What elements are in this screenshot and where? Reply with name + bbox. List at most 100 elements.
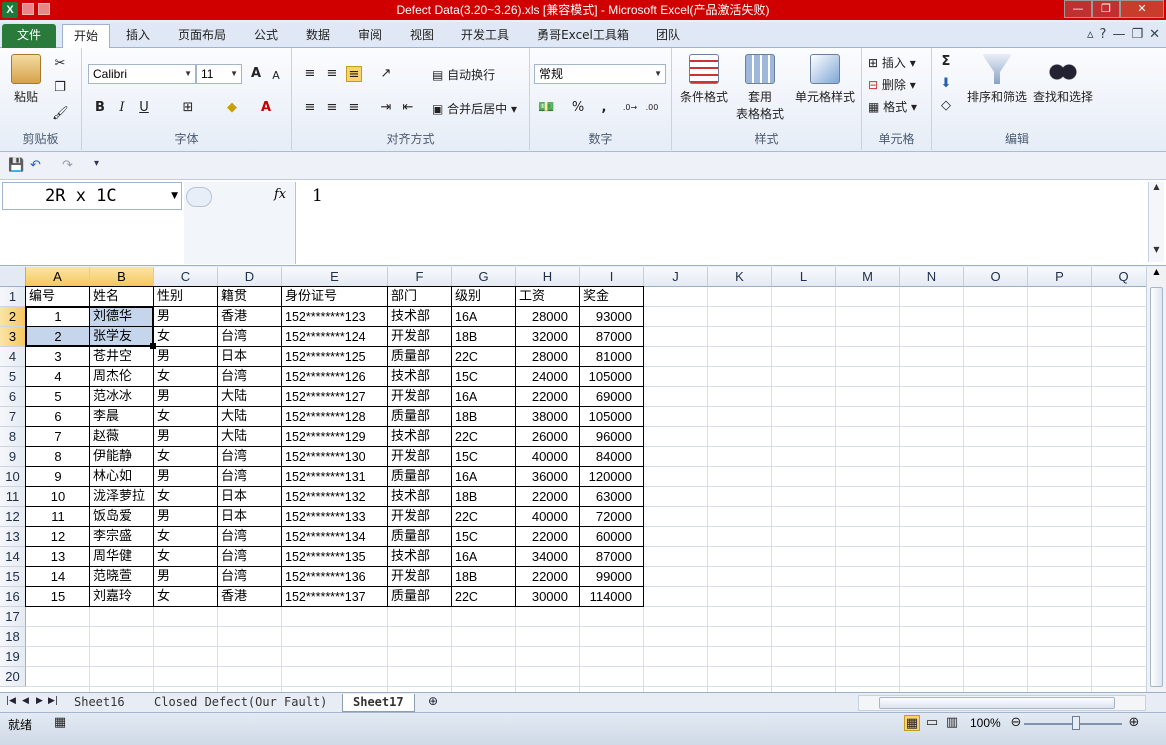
table-cell[interactable]: 38000 <box>516 407 580 427</box>
name-box[interactable]: 2R x 1C ▼ <box>2 182 182 210</box>
table-cell[interactable]: 林心如 <box>90 467 154 487</box>
zoom-level[interactable]: 100% <box>970 716 1001 730</box>
table-cell[interactable]: 赵薇 <box>90 427 154 447</box>
font-color-icon[interactable]: A <box>258 100 274 116</box>
underline-button[interactable]: U <box>136 100 152 116</box>
row-header-9[interactable]: 9 <box>0 447 26 467</box>
outdent-icon[interactable]: ⇤ <box>400 100 416 116</box>
table-cell[interactable]: 22C <box>452 587 516 607</box>
table-cell[interactable]: 周杰伦 <box>90 367 154 387</box>
table-cell[interactable]: 22C <box>452 427 516 447</box>
save-icon[interactable]: 💾 <box>8 158 24 173</box>
table-cell[interactable]: 日本 <box>218 487 282 507</box>
column-title-cell[interactable]: 编号 <box>26 287 90 307</box>
table-cell[interactable]: 女 <box>154 547 218 567</box>
column-header-h[interactable]: H <box>516 267 580 287</box>
row-header-14[interactable]: 14 <box>0 547 26 567</box>
delete-cells-button[interactable]: ⊟ 删除 ▾ <box>868 76 916 93</box>
table-cell[interactable]: 152********136 <box>282 567 388 587</box>
currency-icon[interactable]: 💵 <box>538 100 554 116</box>
conditional-format-button[interactable]: 条件格式 <box>674 54 734 105</box>
column-title-cell[interactable]: 级别 <box>452 287 516 307</box>
table-cell[interactable]: 8 <box>26 447 90 467</box>
fill-color-icon[interactable]: ◆ <box>224 100 240 116</box>
table-cell[interactable]: 质量部 <box>388 587 452 607</box>
column-header-g[interactable]: G <box>452 267 516 287</box>
table-cell[interactable]: 120000 <box>580 467 644 487</box>
align-top-icon[interactable]: ≡ <box>302 66 318 82</box>
copy-icon[interactable]: ❐ <box>52 80 68 96</box>
table-cell[interactable]: 日本 <box>218 347 282 367</box>
table-cell[interactable]: 16A <box>452 307 516 327</box>
column-header-k[interactable]: K <box>708 267 772 287</box>
table-cell[interactable]: 22000 <box>516 527 580 547</box>
table-cell[interactable]: 男 <box>154 567 218 587</box>
column-header-i[interactable]: I <box>580 267 644 287</box>
table-cell[interactable]: 12 <box>26 527 90 547</box>
table-cell[interactable]: 152********126 <box>282 367 388 387</box>
horizontal-scroll-thumb[interactable] <box>879 697 1115 709</box>
next-sheet-icon[interactable]: ▶ <box>36 696 43 706</box>
tab-home[interactable]: 开始 <box>62 24 110 48</box>
fill-handle[interactable] <box>150 343 156 349</box>
table-cell[interactable]: 96000 <box>580 427 644 447</box>
horizontal-scrollbar[interactable] <box>858 695 1146 711</box>
number-format-select[interactable]: 常规 ▼ <box>534 64 666 84</box>
row-header-8[interactable]: 8 <box>0 427 26 447</box>
table-cell[interactable]: 152********124 <box>282 327 388 347</box>
table-cell[interactable]: 15C <box>452 447 516 467</box>
formula-scrollbar[interactable]: ▲ ▼ <box>1148 182 1164 262</box>
table-cell[interactable]: 105000 <box>580 407 644 427</box>
scroll-up-icon[interactable]: ▲ <box>1149 182 1164 191</box>
table-cell[interactable]: 15C <box>452 527 516 547</box>
cut-icon[interactable]: ✂ <box>52 56 68 72</box>
restore-button[interactable]: ❐ <box>1092 0 1120 18</box>
table-cell[interactable]: 152********127 <box>282 387 388 407</box>
column-header-e[interactable]: E <box>282 267 388 287</box>
table-cell[interactable]: 36000 <box>516 467 580 487</box>
table-cell[interactable]: 男 <box>154 387 218 407</box>
borders-icon[interactable]: ⊞ <box>180 100 196 116</box>
align-left-icon[interactable]: ≡ <box>302 100 318 116</box>
table-cell[interactable]: 女 <box>154 367 218 387</box>
undo-icon[interactable]: ↶ <box>30 158 41 173</box>
find-select-button[interactable]: 查找和选择 <box>1030 54 1096 105</box>
table-cell[interactable]: 质量部 <box>388 347 452 367</box>
column-title-cell[interactable]: 身份证号 <box>282 287 388 307</box>
table-cell[interactable]: 69000 <box>580 387 644 407</box>
table-cell[interactable]: 苍井空 <box>90 347 154 367</box>
window-min-icon[interactable]: — <box>1112 27 1125 42</box>
redo-icon[interactable]: ↷ <box>62 158 73 173</box>
table-cell[interactable]: 7 <box>26 427 90 447</box>
row-header-18[interactable]: 18 <box>0 627 26 647</box>
table-cell[interactable]: 质量部 <box>388 467 452 487</box>
column-title-cell[interactable]: 籍贯 <box>218 287 282 307</box>
table-cell[interactable]: 技术部 <box>388 487 452 507</box>
page-layout-view-icon[interactable]: ▭ <box>924 715 940 731</box>
row-header-16[interactable]: 16 <box>0 587 26 607</box>
column-header-n[interactable]: N <box>900 267 964 287</box>
scroll-down-icon[interactable]: ▼ <box>1149 245 1164 254</box>
column-header-d[interactable]: D <box>218 267 282 287</box>
table-cell[interactable]: 16A <box>452 387 516 407</box>
row-header-6[interactable]: 6 <box>0 387 26 407</box>
column-title-cell[interactable]: 工资 <box>516 287 580 307</box>
table-cell[interactable]: 台湾 <box>218 367 282 387</box>
scroll-up-icon[interactable]: ▲ <box>1147 267 1166 276</box>
table-cell[interactable]: 63000 <box>580 487 644 507</box>
table-cell[interactable]: 60000 <box>580 527 644 547</box>
close-button[interactable]: ✕ <box>1120 0 1164 18</box>
column-title-cell[interactable]: 姓名 <box>90 287 154 307</box>
sheet-tab-sheet16[interactable]: Sheet16 <box>64 694 135 712</box>
tab-file[interactable]: 文件 <box>2 24 56 48</box>
table-cell[interactable]: 伊能静 <box>90 447 154 467</box>
table-cell[interactable]: 34000 <box>516 547 580 567</box>
table-cell[interactable]: 93000 <box>580 307 644 327</box>
row-header-13[interactable]: 13 <box>0 527 26 547</box>
table-cell[interactable]: 4 <box>26 367 90 387</box>
first-sheet-icon[interactable]: |◀ <box>6 696 16 706</box>
decrease-decimal-icon[interactable]: .00 <box>644 100 660 116</box>
collapse-ribbon-icon[interactable]: ▵ <box>1087 27 1094 42</box>
page-break-view-icon[interactable]: ▥ <box>944 715 960 731</box>
grow-font-icon[interactable]: A <box>248 66 264 82</box>
